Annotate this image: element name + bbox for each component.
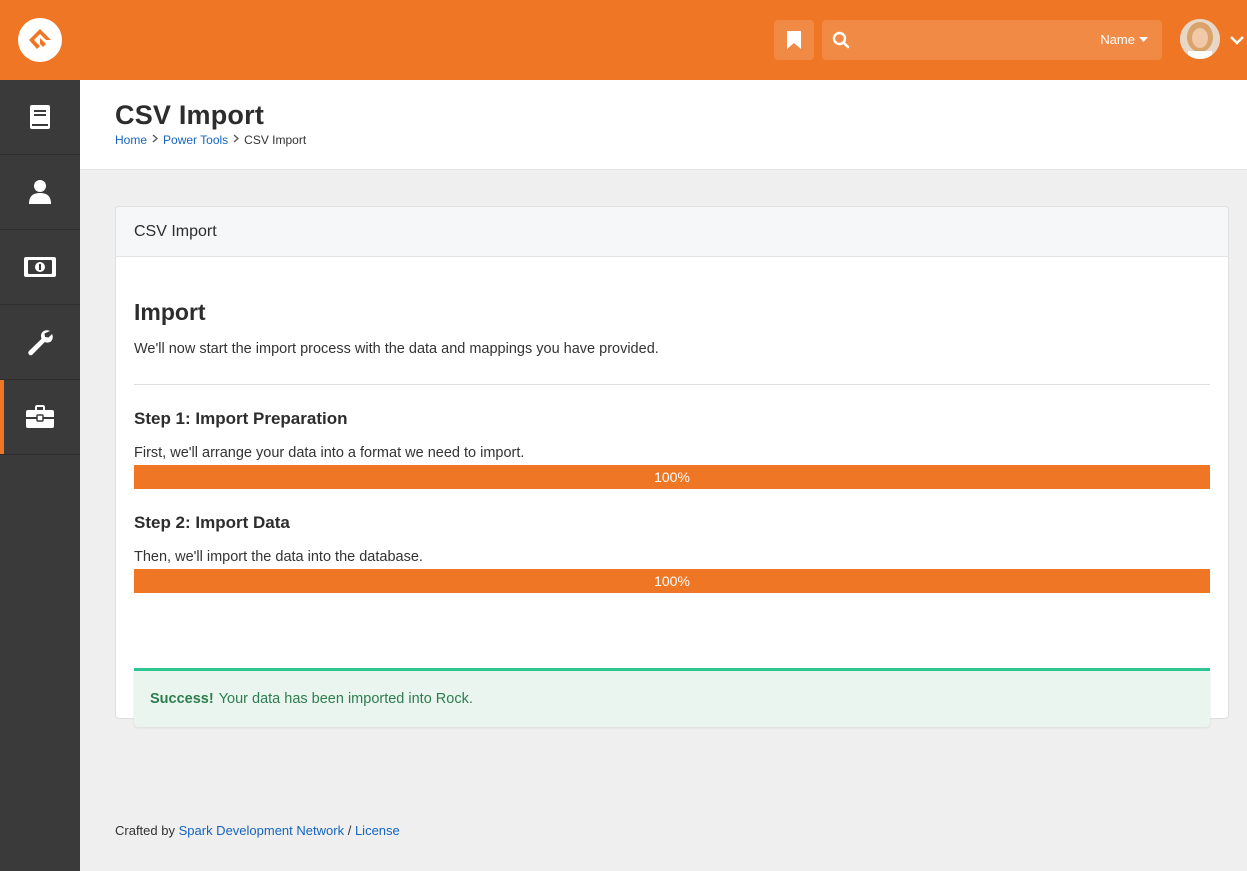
sidebar-item-person[interactable] xyxy=(0,155,80,230)
sidebar-item-admin-tools[interactable] xyxy=(0,305,80,380)
sidebar-item-book[interactable] xyxy=(0,80,80,155)
search-icon xyxy=(832,31,850,53)
step-1-description: First, we'll arrange your data into a fo… xyxy=(134,445,525,461)
bookmark-button[interactable] xyxy=(774,20,814,60)
step-2-progress-label: 100% xyxy=(654,573,690,589)
success-alert: Success! Your data has been imported int… xyxy=(134,668,1210,727)
book-icon xyxy=(30,105,50,129)
page-title: CSV Import xyxy=(115,100,265,130)
chevron-down-icon[interactable] xyxy=(1230,30,1244,49)
avatar[interactable] xyxy=(1180,19,1220,59)
footer-separator: / xyxy=(347,823,352,838)
search-bar: Name xyxy=(822,20,1162,60)
chevron-right-icon xyxy=(152,134,159,146)
money-icon xyxy=(24,257,56,277)
step-1-title: Step 1: Import Preparation xyxy=(134,409,348,428)
import-description: We'll now start the import process with … xyxy=(134,341,659,357)
top-navbar: Name xyxy=(0,0,1247,80)
footer-link-license[interactable]: License xyxy=(355,823,400,838)
breadcrumb-home[interactable]: Home xyxy=(115,133,147,147)
success-alert-strong: Success! xyxy=(150,691,214,707)
person-icon xyxy=(29,180,51,204)
sidebar-item-power-tools[interactable] xyxy=(0,380,80,455)
sidebar xyxy=(0,80,80,871)
step-2-progress: 100% xyxy=(134,569,1210,593)
page-header: CSV Import Home Power Tools CSV Import xyxy=(80,80,1247,170)
sidebar-item-finance[interactable] xyxy=(0,230,80,305)
footer: Crafted by Spark Development Network / L… xyxy=(115,823,400,838)
panel-heading: CSV Import xyxy=(116,207,1228,257)
step-1-progress-label: 100% xyxy=(654,469,690,485)
csv-import-panel: CSV Import Import We'll now start the im… xyxy=(115,206,1229,727)
footer-link-spark[interactable]: Spark Development Network xyxy=(179,823,344,838)
chevron-right-icon xyxy=(233,134,240,146)
briefcase-icon xyxy=(26,405,54,428)
divider xyxy=(134,384,1210,385)
wrench-icon xyxy=(28,330,53,356)
breadcrumb-current: CSV Import xyxy=(244,133,307,147)
footer-prefix: Crafted by xyxy=(115,823,175,838)
import-title: Import xyxy=(134,299,206,325)
search-scope-label: Name xyxy=(1100,32,1135,47)
rock-logo-icon[interactable] xyxy=(18,18,62,62)
bookmark-icon xyxy=(787,31,801,49)
success-alert-text: Your data has been imported into Rock. xyxy=(218,691,473,707)
search-input[interactable] xyxy=(858,20,1078,60)
step-2-title: Step 2: Import Data xyxy=(134,513,290,532)
step-1-progress-bar: 100% xyxy=(134,465,1210,489)
breadcrumb-power-tools[interactable]: Power Tools xyxy=(163,133,228,147)
step-2-progress-bar: 100% xyxy=(134,569,1210,593)
search-scope-dropdown[interactable]: Name xyxy=(1100,32,1148,47)
caret-down-icon xyxy=(1139,36,1148,42)
step-1-progress: 100% xyxy=(134,465,1210,489)
step-2-description: Then, we'll import the data into the dat… xyxy=(134,549,423,565)
breadcrumb: Home Power Tools CSV Import xyxy=(115,133,306,147)
